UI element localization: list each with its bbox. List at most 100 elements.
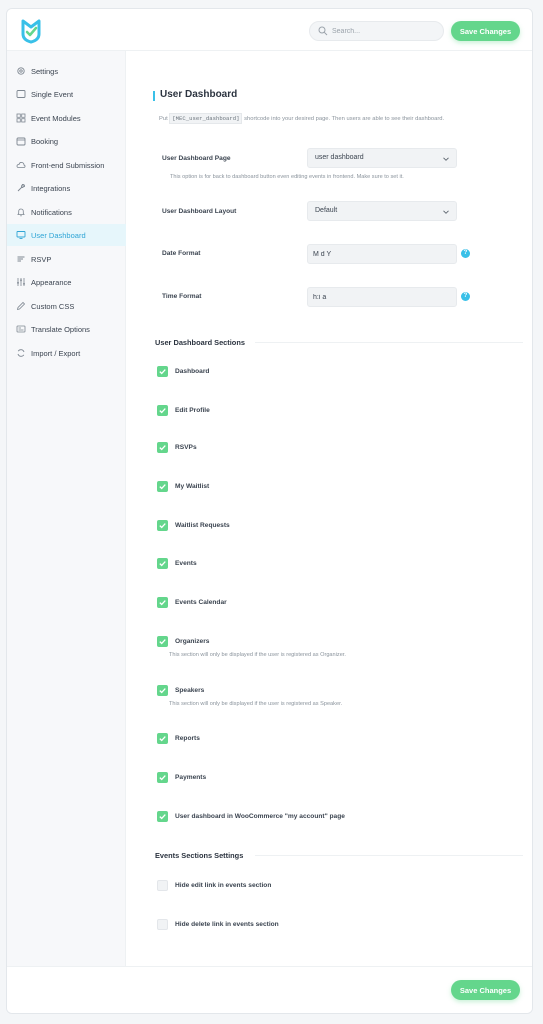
translate-icon <box>16 324 26 334</box>
checkbox-checked[interactable] <box>157 557 168 569</box>
dashboard-page-select[interactable]: user dashboard <box>307 148 457 168</box>
chevron-down-icon <box>443 210 449 214</box>
sidebar-item-label: RSVP <box>31 254 52 264</box>
section-edit-profile-checkbox[interactable]: Edit Profile <box>157 403 210 417</box>
dashboard-layout-select[interactable]: Default <box>307 201 457 221</box>
checkbox-checked[interactable] <box>157 596 168 608</box>
page-title: User Dashboard <box>160 89 238 100</box>
main-content: User Dashboard Put [MEC_user_dashboard] … <box>127 51 532 966</box>
sections-heading: User Dashboard Sections <box>155 338 245 347</box>
sidebar-item-label: User Dashboard <box>31 230 86 240</box>
sidebar-item-import-export[interactable]: Import / Export <box>7 342 126 364</box>
section-waitlist-requests-checkbox[interactable]: Waitlist Requests <box>157 518 230 532</box>
sidebar-item-label: Front-end Submission <box>31 160 105 170</box>
speakers-hint: This section will only be displayed if t… <box>169 701 343 707</box>
sidebar-item-user-dashboard[interactable]: User Dashboard <box>7 224 126 246</box>
date-format-label: Date Format <box>162 250 201 257</box>
modules-icon <box>16 113 26 123</box>
sidebar-item-frontend-submission[interactable]: Front-end Submission <box>7 154 126 176</box>
sidebar-item-label: Single Event <box>31 89 74 99</box>
time-format-label: Time Format <box>162 293 202 300</box>
shortcode: [MEC_user_dashboard] <box>169 113 243 124</box>
sync-icon <box>16 348 26 358</box>
section-reports-checkbox[interactable]: Reports <box>157 731 200 745</box>
events-settings-heading: Events Sections Settings <box>155 851 244 860</box>
sidebar-item-rsvp[interactable]: RSVP <box>7 248 126 270</box>
checkbox-checked[interactable] <box>157 684 168 696</box>
sidebar-item-single-event[interactable]: Single Event <box>7 83 126 105</box>
page-description: Put [MEC_user_dashboard] shortcode into … <box>159 113 445 124</box>
search-icon <box>318 26 328 36</box>
sidebar: Settings Single Event Event Modules Book… <box>7 51 126 966</box>
sidebar-item-integrations[interactable]: Integrations <box>7 177 126 199</box>
sidebar-item-label: Booking <box>31 136 59 146</box>
checkbox-checked[interactable] <box>157 519 168 531</box>
section-payments-checkbox[interactable]: Payments <box>157 770 206 784</box>
section-divider <box>255 342 523 343</box>
bell-icon <box>16 207 26 217</box>
section-events-calendar-checkbox[interactable]: Events Calendar <box>157 595 227 609</box>
section-dashboard-checkbox[interactable]: Dashboard <box>157 364 209 378</box>
organizers-hint: This section will only be displayed if t… <box>169 652 346 658</box>
mec-logo-icon[interactable] <box>17 16 45 44</box>
sidebar-item-appearance[interactable]: Appearance <box>7 271 126 293</box>
search-input[interactable] <box>332 25 437 38</box>
checkbox-checked[interactable] <box>157 771 168 783</box>
gear-icon <box>16 66 26 76</box>
checkbox-unchecked[interactable] <box>157 879 168 891</box>
checkbox-checked[interactable] <box>157 441 168 453</box>
dashboard-page-label: User Dashboard Page <box>162 155 231 162</box>
section-woocommerce-checkbox[interactable]: User dashboard in WooCommerce "my accoun… <box>157 809 345 823</box>
title-accent-bar <box>153 91 155 101</box>
date-format-input[interactable] <box>307 244 457 264</box>
sidebar-item-custom-css[interactable]: Custom CSS <box>7 295 126 317</box>
sidebar-item-label: Notifications <box>31 207 72 217</box>
sidebar-item-event-modules[interactable]: Event Modules <box>7 107 126 129</box>
sliders-icon <box>16 277 26 287</box>
save-changes-button[interactable]: Save Changes <box>451 21 520 41</box>
save-changes-button-bottom[interactable]: Save Changes <box>451 980 520 1000</box>
checkbox-checked[interactable] <box>157 810 168 822</box>
dashboard-page-hint: This option is for back to dashboard but… <box>170 174 404 180</box>
calendar-icon <box>16 136 26 146</box>
sidebar-item-label: Integrations <box>31 183 71 193</box>
checkbox-unchecked[interactable] <box>157 918 168 930</box>
single-event-icon <box>16 89 26 99</box>
chevron-down-icon <box>443 157 449 161</box>
top-bar: Save Changes <box>7 9 532 51</box>
sidebar-item-label: Translate Options <box>31 324 90 334</box>
checkbox-checked[interactable] <box>157 480 168 492</box>
section-rsvps-checkbox[interactable]: RSVPs <box>157 440 197 454</box>
sidebar-item-translate-options[interactable]: Translate Options <box>7 318 126 340</box>
section-my-waitlist-checkbox[interactable]: My Waitlist <box>157 479 209 493</box>
date-format-help-icon[interactable]: ? <box>461 249 470 258</box>
sidebar-item-notifications[interactable]: Notifications <box>7 201 126 223</box>
sidebar-item-label: Settings <box>31 66 59 76</box>
sidebar-item-settings[interactable]: Settings <box>7 60 126 82</box>
rsvp-icon <box>16 254 26 264</box>
checkbox-checked[interactable] <box>157 635 168 647</box>
sidebar-item-label: Custom CSS <box>31 301 75 311</box>
section-organizers-checkbox[interactable]: Organizers <box>157 634 209 648</box>
section-divider <box>255 855 523 856</box>
checkbox-checked[interactable] <box>157 365 168 377</box>
section-speakers-checkbox[interactable]: Speakers <box>157 683 204 697</box>
footer-bar: Save Changes <box>7 966 532 1013</box>
wrench-icon <box>16 183 26 193</box>
hide-edit-link-checkbox[interactable]: Hide edit link in events section <box>157 878 271 892</box>
sidebar-item-label: Event Modules <box>31 113 81 123</box>
hide-delete-link-checkbox[interactable]: Hide delete link in events section <box>157 917 279 931</box>
monitor-icon <box>16 230 26 240</box>
cloud-upload-icon <box>16 160 26 170</box>
section-events-checkbox[interactable]: Events <box>157 556 197 570</box>
settings-window: Save Changes Settings Single Event Event… <box>6 8 533 1014</box>
time-format-input[interactable] <box>307 287 457 307</box>
checkbox-checked[interactable] <box>157 404 168 416</box>
time-format-help-icon[interactable]: ? <box>461 292 470 301</box>
pen-icon <box>16 301 26 311</box>
search-box[interactable] <box>309 21 444 41</box>
checkbox-checked[interactable] <box>157 732 168 744</box>
sidebar-item-booking[interactable]: Booking <box>7 130 126 152</box>
sidebar-item-label: Appearance <box>31 277 72 287</box>
dashboard-layout-label: User Dashboard Layout <box>162 208 237 215</box>
